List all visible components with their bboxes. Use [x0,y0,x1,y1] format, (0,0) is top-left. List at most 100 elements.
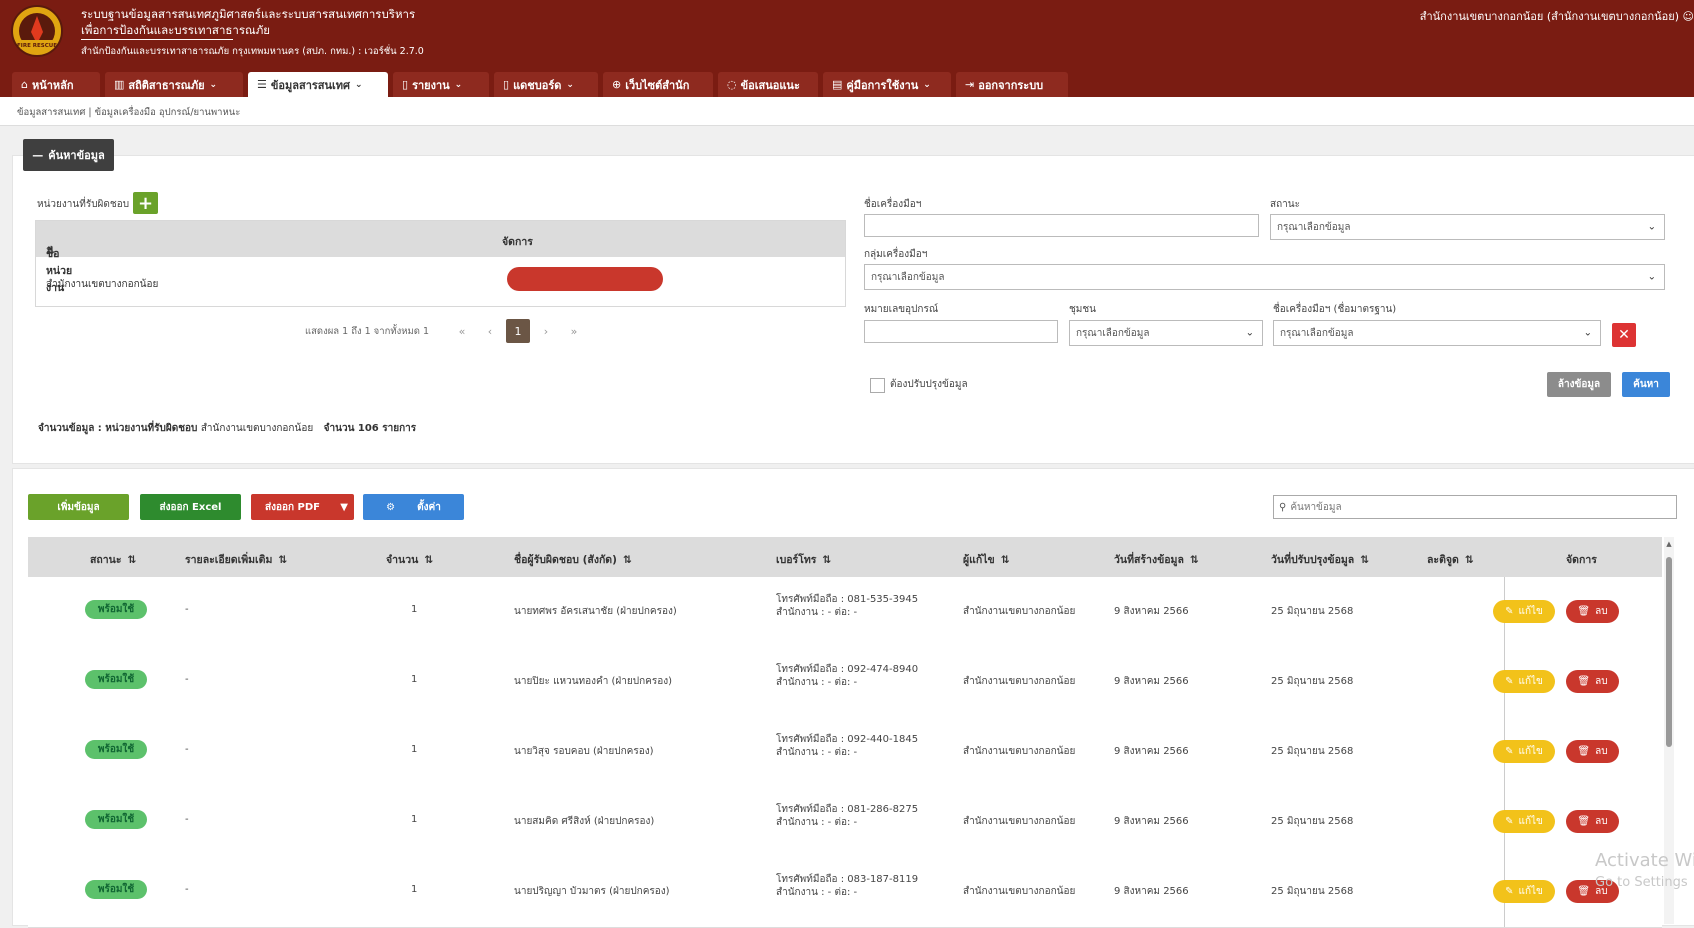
phone-office-cell: สำนักงาน : - ต่อ: - [776,607,858,618]
pager-first[interactable]: « [448,319,476,343]
chevron-down-icon: ⌄ [454,79,463,90]
edit-button[interactable]: ✎ แก้ไข [1493,810,1555,833]
edit-button[interactable]: ✎ แก้ไข [1493,670,1555,693]
qty-cell: 1 [411,744,418,755]
updated-cell: 25 มิถุนายน 2568 [1271,746,1354,757]
std-tool-select[interactable]: กรุณาเลือกข้อมูล ⌄ [1273,320,1601,346]
clear-std-tool-button[interactable]: ✕ [1612,323,1636,347]
detail-cell: - [185,744,189,755]
needs-update-label: ต้องปรับปรุงข้อมูล [890,379,968,390]
edit-button[interactable]: ✎ แก้ไข [1493,880,1555,903]
nav-tab-8[interactable]: ⇥ ออกจากระบบ [956,72,1068,97]
sort-icon: ⇅ [1000,554,1010,566]
unit-row-name: สำนักงานเขตบางกอกน้อย [46,279,159,290]
sort-icon: ⇅ [1464,554,1474,566]
detail-cell: - [185,814,189,825]
pager-page-1[interactable]: 1 [506,319,530,343]
created-cell: 9 สิงหาคม 2566 [1114,676,1189,687]
column-header-5[interactable]: ผู้แก้ไข ⇅ [963,551,1010,568]
column-header-0[interactable]: สถานะ ⇅ [90,551,136,568]
delete-button[interactable]: 🗑 ลบ [1566,600,1619,623]
export-excel-button[interactable]: ส่งออก Excel [140,494,241,520]
community-select[interactable]: กรุณาเลือกข้อมูล ⌄ [1069,320,1263,346]
clear-button[interactable]: ล้างข้อมูล [1547,372,1611,397]
qty-cell: 1 [411,674,418,685]
status-label: สถานะ [1270,199,1300,210]
unit-table: ชื่อหน่วยงาน ⇅ จัดการ สำนักงานเขตบางกอกน… [35,220,846,336]
serial-label: หมายเลขอุปกรณ์ [864,304,939,315]
unit-delete-button[interactable]: 🗑ลบ [507,267,663,336]
delete-button[interactable]: 🗑 ลบ [1566,810,1619,833]
group-select[interactable]: กรุณาเลือกข้อมูล ⌄ [864,264,1665,290]
scrollbar-thumb[interactable] [1666,557,1672,747]
system-subtitle: สำนักป้องกันและบรรเทาสาธารณภัย กรุงเทพมห… [81,46,424,57]
column-header-1[interactable]: รายละเอียดเพิ่มเติม ⇅ [185,551,287,568]
updated-cell: 25 มิถุนายน 2568 [1271,676,1354,687]
add-data-button[interactable]: เพิ่มข้อมูล [28,494,129,520]
sort-icon: ⇅ [1360,554,1370,566]
owner-cell: นายปริญญา บัวมาตร (ฝ่ายปกครอง) [514,886,670,897]
add-unit-button[interactable]: + [133,192,158,214]
column-header-3[interactable]: ชื่อผู้รับผิดชอบ (สังกัด) ⇅ [514,551,632,568]
nav-tab-7[interactable]: ▤ คู่มือการใช้งาน ⌄ [823,72,951,97]
plus-icon: + [137,192,154,214]
serial-input[interactable] [864,320,1058,343]
pager-last[interactable]: » [560,319,588,343]
chevron-down-icon[interactable]: ▼ [340,502,348,513]
column-header-7[interactable]: วันที่ปรับปรุงข้อมูล ⇅ [1271,551,1369,568]
qty-cell: 1 [411,884,418,895]
edit-button[interactable]: ✎ แก้ไข [1493,600,1555,623]
tool-name-label: ชื่อเครื่องมือฯ [864,199,922,210]
table-search-input[interactable]: ⚲ ค้นหาข้อมูล [1273,495,1677,519]
chevron-down-icon: ⌄ [355,79,363,90]
globe-icon: ⊕ [612,78,622,91]
nav-tab-2[interactable]: ☰ ข้อมูลสารสนเทศ ⌄ [248,72,388,97]
nav-tab-label: หน้าหลัก [31,78,74,92]
chevron-down-icon: ⌄ [1647,271,1656,283]
column-header-6[interactable]: วันที่สร้างข้อมูล ⇅ [1114,551,1199,568]
list-icon: ☰ [257,78,267,91]
community-label: ชุมชน [1069,304,1097,315]
nav-tab-1[interactable]: ▥ สถิติสาธารณภัย ⌄ [105,72,243,97]
status-badge: พร้อมใช้ [85,670,147,689]
owner-cell: นายทศพร อัครเสนาชัย (ฝ่ายปกครอง) [514,606,677,617]
trash-icon: 🗑 [1577,606,1591,617]
status-select[interactable]: กรุณาเลือกข้อมูล ⌄ [1270,214,1665,240]
column-header-8[interactable]: ละติจูด ⇅ [1427,551,1474,568]
nav-tab-3[interactable]: ▯ รายงาน ⌄ [393,72,489,97]
pencil-icon: ✎ [1505,606,1514,617]
pager-next[interactable]: › [532,319,560,343]
nav-tab-5[interactable]: ⊕ เว็บไซต์สำนัก [603,72,713,97]
created-cell: 9 สิงหาคม 2566 [1114,746,1189,757]
scroll-up-arrow[interactable]: ▲ [1664,540,1674,550]
title-divider [81,39,233,40]
nav-tab-6[interactable]: ◌ ข้อเสนอแนะ [718,72,818,97]
nav-tab-4[interactable]: ▯ แดชบอร์ด ⌄ [494,72,598,97]
settings-button[interactable]: ⚙ ตั้งค่า [363,494,464,520]
column-header-4[interactable]: เบอร์โทร ⇅ [776,551,831,568]
editor-cell: สำนักงานเขตบางกอกน้อย [963,746,1076,757]
trash-icon: 🗑 [1577,816,1591,827]
delete-button[interactable]: 🗑 ลบ [1566,740,1619,763]
user-organization-menu[interactable]: สำนักงานเขตบางกอกน้อย (สำนักงานเขตบางกอก… [1420,7,1694,25]
pager-prev[interactable]: ‹ [476,319,504,343]
qty-cell: 1 [411,604,418,615]
search-button[interactable]: ค้นหา [1622,372,1670,397]
tool-name-input[interactable] [864,214,1259,237]
nav-tab-0[interactable]: ⌂ หน้าหลัก [12,72,100,97]
table-row: พร้อมใช้ -1 นายวิสุจ รอบคอบ (ฝ่ายปกครอง) โท… [28,717,1662,788]
edit-button[interactable]: ✎ แก้ไข [1493,740,1555,763]
column-header-9: จัดการ [1566,554,1597,566]
chevron-down-icon: ⌄ [566,79,574,90]
needs-update-checkbox[interactable] [870,378,885,393]
top-header: FIRE RESCUE ระบบฐานข้อมูลสารสนเทศภูมิศาส… [0,0,1694,97]
sort-icon: ⇅ [278,554,288,566]
fire-rescue-logo[interactable]: FIRE RESCUE [6,4,68,58]
created-cell: 9 สิงหาคม 2566 [1114,886,1189,897]
column-header-2[interactable]: จำนวน ⇅ [386,551,433,568]
pencil-icon: ✎ [1505,816,1514,827]
export-pdf-button[interactable]: ส่งออก PDF ▼ [251,494,354,520]
delete-button[interactable]: 🗑 ลบ [1566,670,1619,693]
created-cell: 9 สิงหาคม 2566 [1114,816,1189,827]
search-collapse-button[interactable]: — ค้นหาข้อมูล [23,139,114,171]
